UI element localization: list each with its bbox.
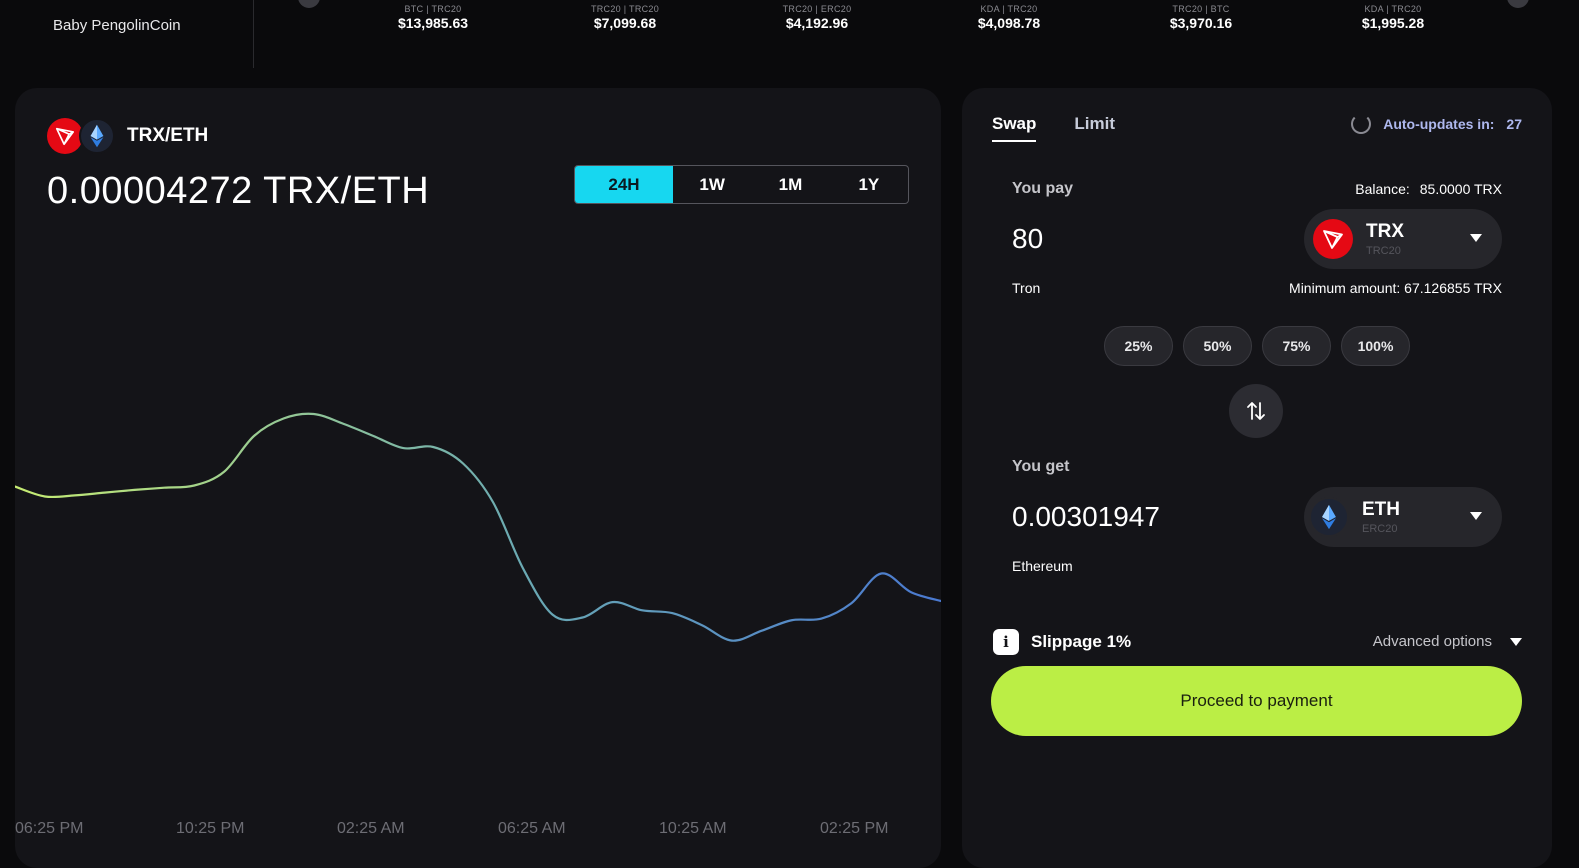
tron-icon xyxy=(1313,219,1353,259)
auto-update-label: Auto-updates in: xyxy=(1383,116,1495,132)
ethereum-icon xyxy=(1309,497,1349,537)
percent-100-button[interactable]: 100% xyxy=(1341,326,1410,366)
ticker-price: $3,970.16 xyxy=(1169,15,1233,31)
swap-direction-button[interactable] xyxy=(1229,384,1283,438)
minimum-amount: Minimum amount: 67.126855 TRX xyxy=(1289,280,1502,296)
advanced-options-label: Advanced options xyxy=(1372,633,1492,650)
chevron-down-icon xyxy=(1470,234,1482,242)
price-chart-panel: TRX/ETH 0.00004272 TRX/ETH 24H 1W 1M 1Y … xyxy=(15,88,941,868)
swap-panel: Swap Limit Auto-updates in: 27 You pay B… xyxy=(962,88,1552,868)
balance: Balance: 85.0000 TRX xyxy=(1355,181,1502,197)
x-tick-label: 10:25 AM xyxy=(659,820,727,837)
pay-amount-input[interactable]: 80 xyxy=(1012,223,1043,255)
proceed-to-payment-button[interactable]: Proceed to payment xyxy=(991,666,1522,736)
x-tick-label: 02:25 PM xyxy=(820,820,888,837)
brand-name: Baby PengolinCoin xyxy=(53,17,181,34)
pay-token-selector[interactable]: TRX TRC20 xyxy=(1304,209,1502,269)
get-token-selector[interactable]: ETH ERC20 xyxy=(1304,487,1502,547)
chevron-down-icon xyxy=(1470,512,1482,520)
ticker-pair: TRC20 | ERC20 xyxy=(782,4,852,14)
ticker-prev-button[interactable] xyxy=(298,0,320,8)
ticker-price: $4,192.96 xyxy=(785,15,849,31)
price-line-chart: 06:25 PM 10:25 PM 02:25 AM 06:25 AM 10:25 AM… xyxy=(15,412,941,837)
get-token-name: Ethereum xyxy=(1012,558,1073,574)
auto-update-countdown: 27 xyxy=(1506,116,1522,132)
ticker-price: $4,098.78 xyxy=(977,15,1041,31)
percent-75-button[interactable]: 75% xyxy=(1262,326,1331,366)
x-tick-label: 06:25 PM xyxy=(15,820,83,837)
ticker-item[interactable]: TRC20 | BTC $3,970.16 xyxy=(1121,4,1281,31)
x-tick-label: 10:25 PM xyxy=(176,820,244,837)
you-pay-label: You pay xyxy=(1012,180,1074,197)
caret-down-icon xyxy=(1510,637,1522,646)
ticker-item[interactable]: TRC20 | TRC20 $7,099.68 xyxy=(545,4,705,31)
balance-label: Balance: xyxy=(1355,181,1410,197)
pay-token-symbol: TRX xyxy=(1366,221,1404,242)
ticker-pair: KDA | TRC20 xyxy=(1364,4,1422,14)
slippage-label: Slippage 1% xyxy=(1031,632,1132,651)
ticker-price: $1,995.28 xyxy=(1361,15,1425,31)
tab-limit[interactable]: Limit xyxy=(1074,114,1115,142)
ticker-item[interactable]: KDA | TRC20 $1,995.28 xyxy=(1313,4,1473,31)
get-amount: 0.00301947 xyxy=(1012,501,1160,532)
pay-token-name: Tron xyxy=(1012,280,1041,296)
swap-arrows-icon xyxy=(1247,402,1265,420)
ticker-price: $13,985.63 xyxy=(397,15,469,31)
get-token-network: ERC20 xyxy=(1362,523,1398,535)
ticker-pair: TRC20 | TRC20 xyxy=(590,4,660,14)
get-token-symbol: ETH xyxy=(1362,499,1400,520)
tab-swap[interactable]: Swap xyxy=(992,114,1037,142)
ticker-price: $7,099.68 xyxy=(593,15,657,31)
ticker-item[interactable]: KDA | TRC20 $4,098.78 xyxy=(929,4,1089,31)
x-axis-ticks: 06:25 PM 10:25 PM 02:25 AM 06:25 AM 10:25 AM… xyxy=(15,820,888,837)
ticker-item[interactable]: BTC | TRC20 $13,985.63 xyxy=(353,4,513,31)
balance-value: 85.0000 TRX xyxy=(1419,181,1502,197)
ticker-pair: TRC20 | BTC xyxy=(1172,4,1230,14)
swap-tabs: Swap Limit xyxy=(992,114,1115,142)
refresh-spinner-icon[interactable] xyxy=(1351,114,1372,134)
price-series-line xyxy=(15,412,941,642)
ticker-bar: Baby PengolinCoin BTC | TRC20 $13,985.63… xyxy=(0,0,1579,70)
info-icon: i xyxy=(993,629,1019,655)
percent-50-button[interactable]: 50% xyxy=(1183,326,1252,366)
ticker-pair: KDA | TRC20 xyxy=(980,4,1038,14)
slippage[interactable]: i Slippage 1% xyxy=(993,629,1131,655)
auto-update-indicator: Auto-updates in: 27 xyxy=(1351,114,1522,134)
percent-buttons: 25% 50% 75% 100% xyxy=(1104,326,1410,366)
pay-token-network: TRC20 xyxy=(1366,245,1401,257)
divider xyxy=(253,0,254,68)
advanced-options-toggle[interactable]: Advanced options xyxy=(1373,633,1522,650)
ticker-next-button[interactable] xyxy=(1507,0,1529,8)
x-tick-label: 06:25 AM xyxy=(498,820,566,837)
x-tick-label: 02:25 AM xyxy=(337,820,405,837)
you-get-label: You get xyxy=(1012,458,1070,475)
ticker-item[interactable]: TRC20 | ERC20 $4,192.96 xyxy=(737,4,897,31)
ticker-pair: BTC | TRC20 xyxy=(404,4,462,14)
percent-25-button[interactable]: 25% xyxy=(1104,326,1173,366)
